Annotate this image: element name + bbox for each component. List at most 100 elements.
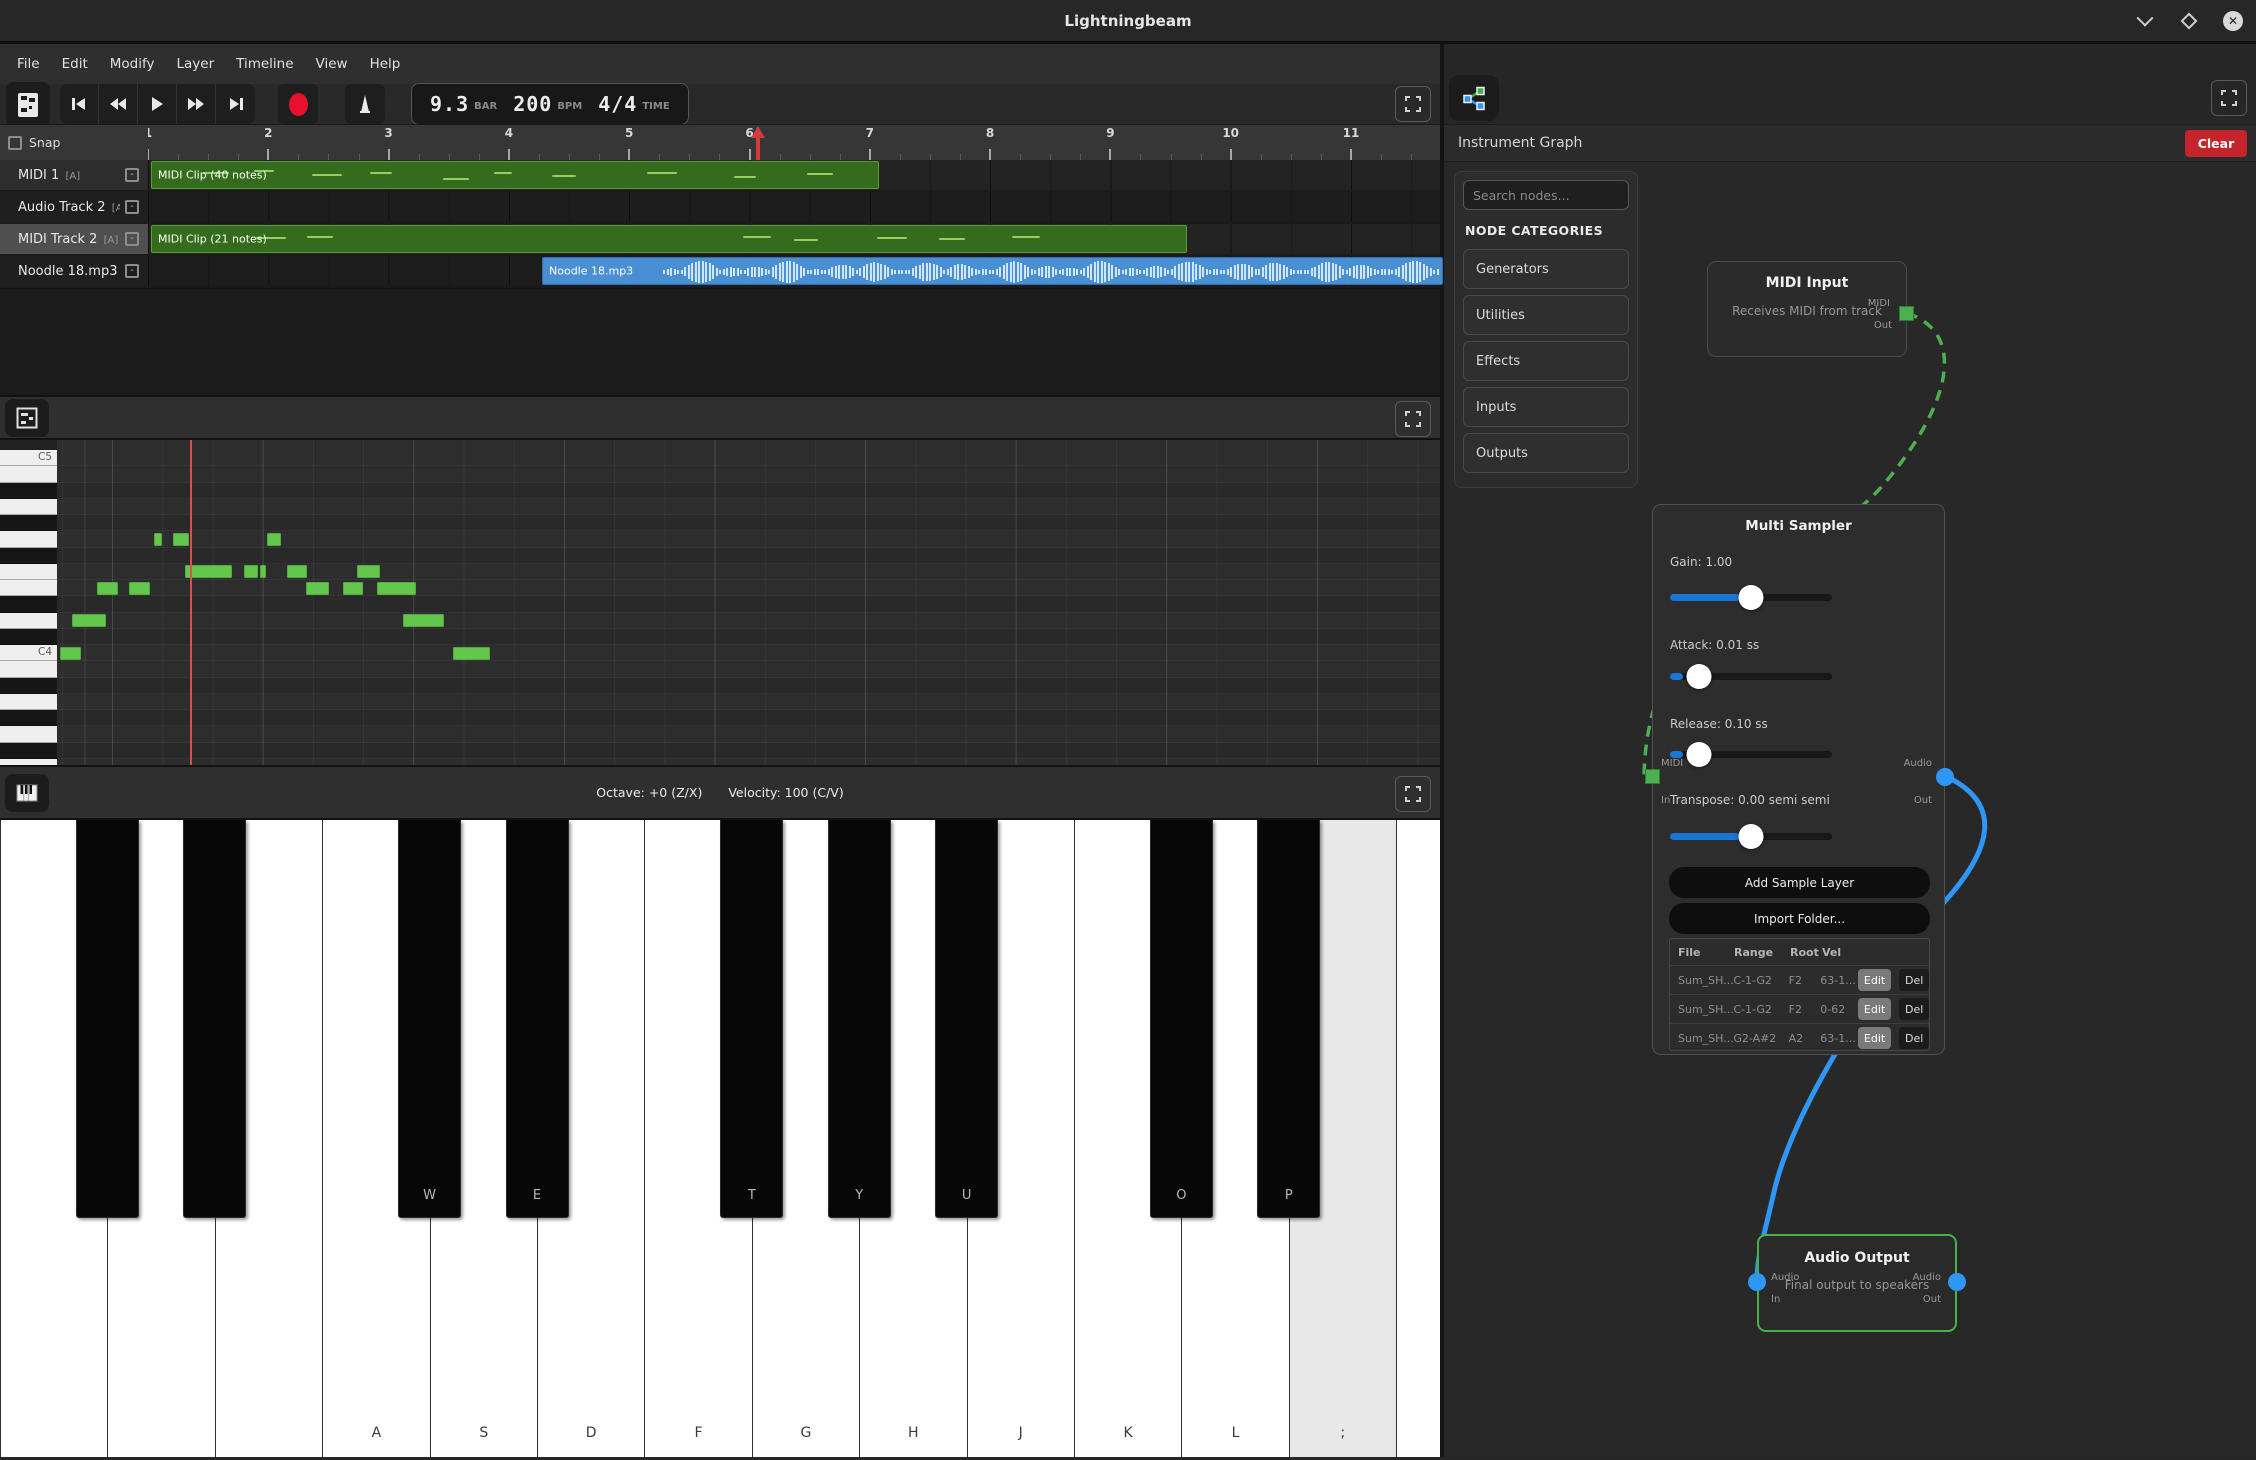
pianoroll-key[interactable] bbox=[0, 580, 57, 596]
track-label-midi-track-2[interactable]: MIDI Track 2 [A]- bbox=[0, 224, 148, 254]
audio-output-node[interactable]: Audio Output Final output to speakers Au… bbox=[1757, 1234, 1957, 1332]
pianoroll-key[interactable] bbox=[0, 629, 57, 645]
record-button[interactable] bbox=[278, 84, 318, 124]
pianoroll-key[interactable] bbox=[0, 564, 57, 580]
category-utilities[interactable]: Utilities bbox=[1463, 295, 1629, 335]
timeline-ruler[interactable]: 1234567891011 bbox=[148, 125, 1440, 160]
black-key-t[interactable]: T bbox=[720, 820, 783, 1218]
track-lane[interactable]: MIDI Clip (40 notes) bbox=[148, 160, 1440, 190]
black-key-p[interactable]: P bbox=[1257, 820, 1320, 1218]
track-label-noodle-18-mp3[interactable]: Noodle 18.mp3 [A]- bbox=[0, 256, 148, 286]
white-key[interactable] bbox=[1396, 820, 1440, 1457]
pianoroll-key[interactable] bbox=[0, 710, 57, 726]
pianoroll-key-c5[interactable]: C5 bbox=[0, 450, 57, 466]
track-lane[interactable]: Noodle 18.mp3 bbox=[148, 256, 1440, 286]
del-button[interactable]: Del bbox=[1899, 1027, 1929, 1049]
midi-note[interactable] bbox=[453, 647, 490, 660]
timeline-mode-button[interactable] bbox=[6, 82, 50, 128]
rewind-button[interactable] bbox=[99, 84, 138, 124]
audio-in-port[interactable] bbox=[1748, 1273, 1766, 1291]
timeline-fullscreen-button[interactable] bbox=[1395, 86, 1431, 122]
category-inputs[interactable]: Inputs bbox=[1463, 387, 1629, 427]
play-button[interactable] bbox=[138, 84, 177, 124]
attack-slider[interactable] bbox=[1670, 673, 1832, 680]
midi-note[interactable] bbox=[97, 582, 118, 595]
pianoroll-key[interactable] bbox=[0, 743, 57, 759]
clear-button[interactable]: Clear bbox=[2185, 130, 2247, 157]
pianoroll-key-c4[interactable]: C4 bbox=[0, 645, 57, 661]
menu-item-timeline[interactable]: Timeline bbox=[225, 44, 304, 84]
midi-input-node[interactable]: MIDI Input Receives MIDI from track MIDI… bbox=[1707, 261, 1907, 357]
fast-forward-button[interactable] bbox=[177, 84, 216, 124]
black-key[interactable] bbox=[183, 820, 246, 1218]
category-generators[interactable]: Generators bbox=[1463, 249, 1629, 289]
track-minus-button[interactable]: - bbox=[125, 232, 139, 246]
track-minus-button[interactable]: - bbox=[125, 264, 139, 278]
edit-button[interactable]: Edit bbox=[1858, 1027, 1892, 1049]
black-key[interactable] bbox=[76, 820, 139, 1218]
category-outputs[interactable]: Outputs bbox=[1463, 433, 1629, 473]
metronome-button[interactable] bbox=[345, 84, 385, 124]
track-minus-button[interactable]: - bbox=[125, 200, 139, 214]
pianoroll-mode-button[interactable] bbox=[5, 399, 49, 437]
edit-button[interactable]: Edit bbox=[1858, 998, 1892, 1020]
pianoroll-key[interactable] bbox=[0, 515, 57, 531]
menu-item-file[interactable]: File bbox=[6, 44, 51, 84]
midi-note[interactable] bbox=[129, 582, 150, 595]
pianoroll-key[interactable] bbox=[0, 499, 57, 515]
pianoroll-key[interactable] bbox=[0, 466, 57, 482]
maximize-button[interactable] bbox=[2176, 8, 2202, 34]
category-effects[interactable]: Effects bbox=[1463, 341, 1629, 381]
pianoroll-key[interactable] bbox=[0, 726, 57, 742]
midi-note[interactable] bbox=[403, 614, 444, 627]
pianoroll-key[interactable] bbox=[0, 531, 57, 547]
edit-button[interactable]: Edit bbox=[1858, 969, 1892, 991]
minimize-button[interactable] bbox=[2132, 8, 2158, 34]
black-key-y[interactable]: Y bbox=[828, 820, 891, 1218]
skip-end-button[interactable] bbox=[216, 84, 255, 124]
black-key-u[interactable]: U bbox=[935, 820, 998, 1218]
midi-note[interactable] bbox=[185, 565, 232, 578]
audio-out-port[interactable] bbox=[1948, 1273, 1966, 1291]
midi-note[interactable] bbox=[260, 565, 266, 578]
transpose-slider[interactable] bbox=[1670, 833, 1832, 840]
track-lane[interactable] bbox=[148, 192, 1440, 222]
midi-note[interactable] bbox=[267, 533, 281, 546]
menu-item-edit[interactable]: Edit bbox=[51, 44, 99, 84]
midi-note[interactable] bbox=[306, 582, 329, 595]
track-label-audio-track-2[interactable]: Audio Track 2 [A]- bbox=[0, 192, 148, 222]
midi-note[interactable] bbox=[357, 565, 380, 578]
clip-audio[interactable]: Noodle 18.mp3 bbox=[542, 257, 1443, 285]
graph-mode-button[interactable] bbox=[1449, 75, 1499, 121]
search-input[interactable] bbox=[1463, 180, 1629, 210]
graph-fullscreen-button[interactable] bbox=[2211, 80, 2247, 116]
track-minus-button[interactable]: - bbox=[125, 168, 139, 182]
gain-slider[interactable] bbox=[1670, 594, 1832, 601]
multi-sampler-node[interactable]: Multi Sampler Gain: 1.00 Attack: 0.01 ss… bbox=[1652, 504, 1945, 1055]
pianoroll-key[interactable] bbox=[0, 613, 57, 629]
audio-out-port[interactable] bbox=[1936, 768, 1954, 786]
midi-note[interactable] bbox=[72, 614, 106, 627]
track-label-midi-1[interactable]: MIDI 1 [A]- bbox=[0, 160, 148, 190]
pianoroll-key[interactable] bbox=[0, 678, 57, 694]
transpose-knob[interactable] bbox=[1739, 824, 1764, 849]
attack-knob[interactable] bbox=[1687, 664, 1712, 689]
black-key-e[interactable]: E bbox=[506, 820, 569, 1218]
pianoroll-key[interactable] bbox=[0, 483, 57, 499]
pianoroll-fullscreen-button[interactable] bbox=[1395, 401, 1431, 437]
clip-midi[interactable]: MIDI Clip (21 notes) bbox=[151, 225, 1187, 253]
release-knob[interactable] bbox=[1687, 742, 1712, 767]
graph-canvas[interactable]: NODE CATEGORIES GeneratorsUtilitiesEffec… bbox=[1444, 162, 2256, 1457]
pianoroll-key[interactable] bbox=[0, 694, 57, 710]
skip-start-button[interactable] bbox=[60, 84, 99, 124]
pianoroll-key[interactable] bbox=[0, 548, 57, 564]
menu-item-view[interactable]: View bbox=[305, 44, 359, 84]
menu-item-help[interactable]: Help bbox=[359, 44, 412, 84]
black-key-w[interactable]: W bbox=[398, 820, 461, 1218]
menu-item-modify[interactable]: Modify bbox=[99, 44, 166, 84]
clip-midi[interactable]: MIDI Clip (40 notes) bbox=[151, 161, 879, 189]
import-folder-button[interactable]: Import Folder... bbox=[1669, 903, 1930, 934]
black-key-o[interactable]: O bbox=[1150, 820, 1213, 1218]
midi-note[interactable] bbox=[244, 565, 258, 578]
midi-in-port[interactable] bbox=[1645, 769, 1660, 784]
